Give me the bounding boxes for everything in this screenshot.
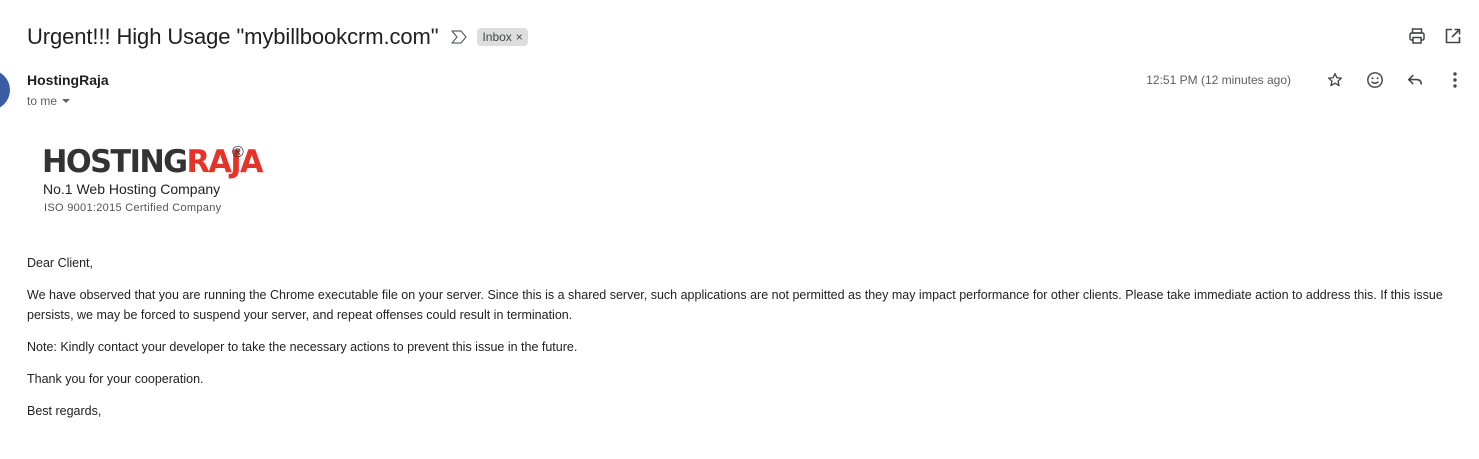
star-icon[interactable]: [1325, 70, 1345, 90]
chevron-down-icon: [62, 99, 71, 103]
recipient-details-toggle[interactable]: to me: [27, 94, 71, 108]
inbox-label-chip: Inbox ×: [477, 28, 528, 46]
more-vert-icon[interactable]: [1445, 70, 1465, 90]
greeting: Dear Client,: [27, 256, 93, 270]
thanks-paragraph: Thank you for your cooperation.: [27, 372, 204, 386]
message-meta: 12:51 PM (12 minutes ago): [1146, 70, 1465, 90]
logo-word-hosting: HOSTING: [42, 144, 188, 180]
importance-marker-icon[interactable]: [451, 28, 469, 46]
email-subject: Urgent!!! High Usage "mybillbookcrm.com": [27, 24, 439, 49]
registered-mark: ®: [232, 144, 244, 161]
timestamp: 12:51 PM (12 minutes ago): [1146, 73, 1291, 87]
logo-tagline: No.1 Web Hosting Company: [43, 181, 221, 197]
logo-word-raja: RAJA: [186, 144, 264, 180]
emoji-icon[interactable]: [1365, 70, 1385, 90]
signoff: Best regards,: [27, 404, 102, 418]
logo-certification: ISO 9001:2015 Certified Company: [44, 202, 222, 214]
sender-name[interactable]: HostingRaja: [27, 72, 109, 88]
logo-wordmark: HOSTINGRAJA: [42, 144, 264, 180]
print-icon[interactable]: [1407, 26, 1427, 46]
sender-avatar[interactable]: [0, 70, 10, 110]
open-in-new-icon[interactable]: [1443, 26, 1463, 46]
body-paragraph: We have observed that you are running th…: [27, 288, 1443, 322]
remove-label-icon[interactable]: ×: [516, 30, 523, 44]
recipient-text: to me: [27, 94, 58, 108]
message-body: Dear Client, We have observed that you a…: [27, 253, 1457, 433]
reply-icon[interactable]: [1405, 70, 1425, 90]
email-subject-row: Urgent!!! High Usage "mybillbookcrm.com"…: [27, 22, 528, 52]
label-name: Inbox: [482, 30, 512, 44]
note-paragraph: Note: Kindly contact your developer to t…: [27, 340, 578, 354]
hostingraja-logo: HOSTINGRAJA ® No.1 Web Hosting Company I…: [42, 144, 267, 214]
top-toolbar: [1407, 26, 1463, 46]
